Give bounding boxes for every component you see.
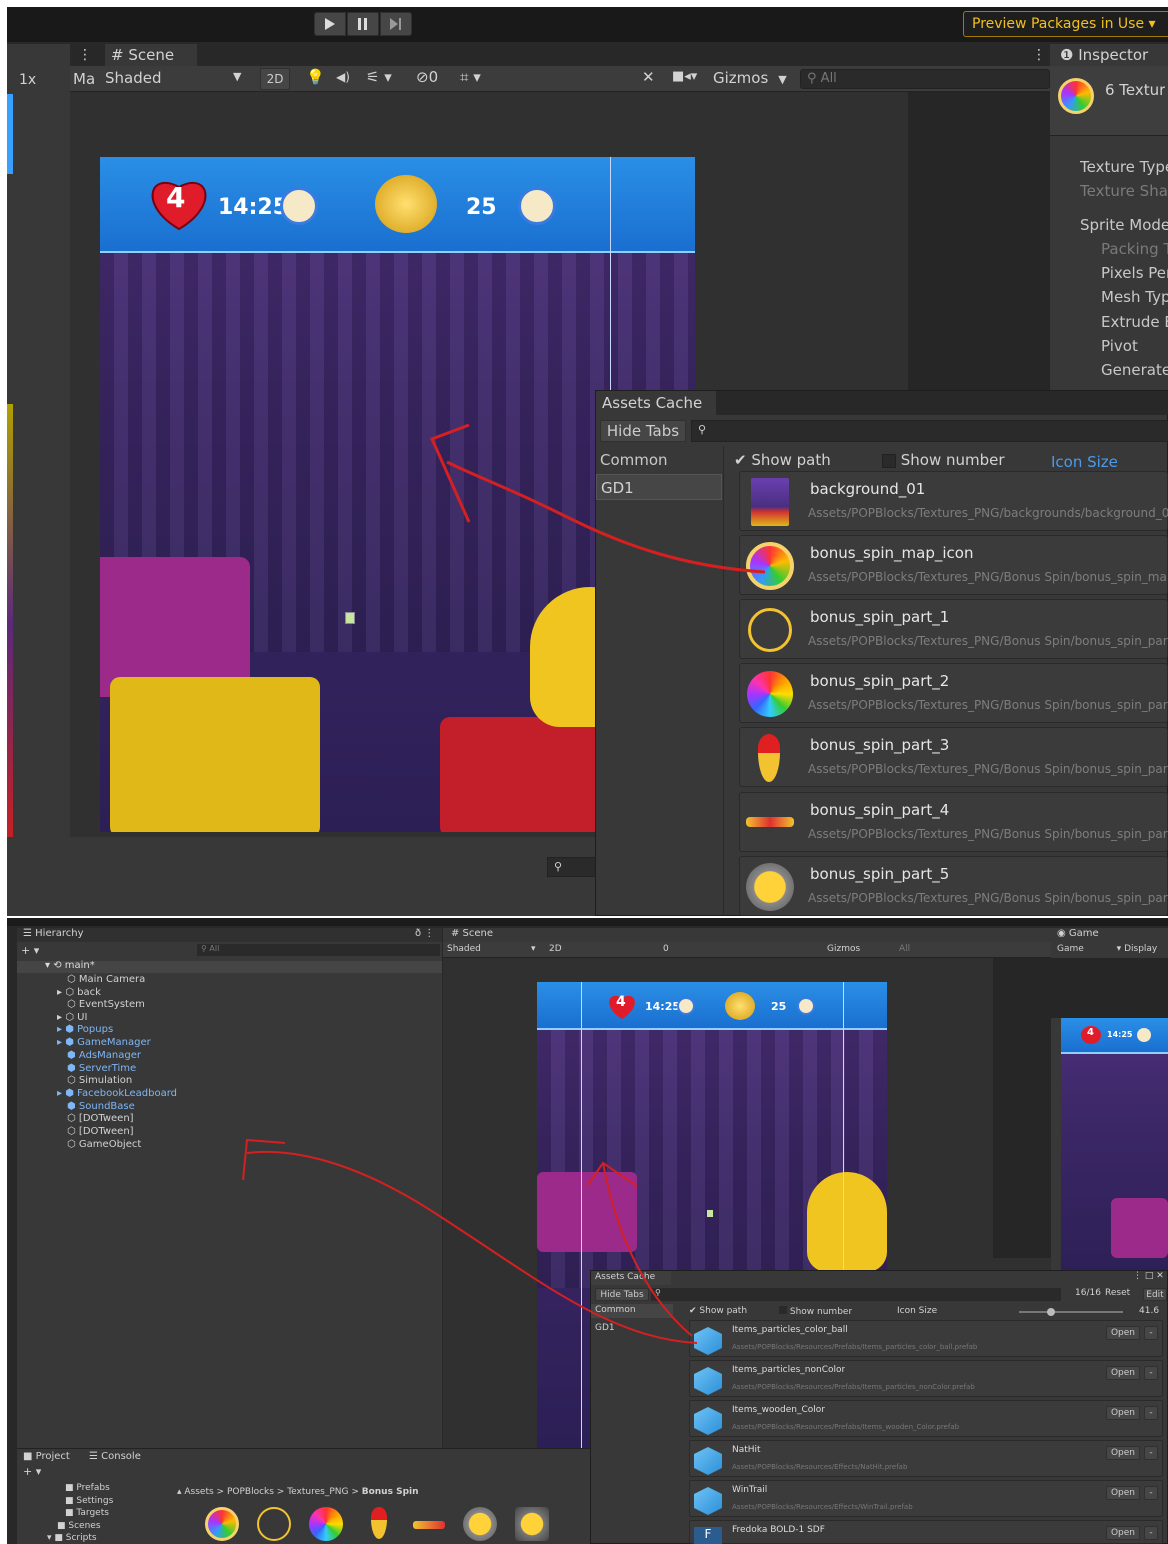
annotation-arrow: [242, 1138, 698, 1344]
bottom-screenshot: ☰ Hierarchy ð ⋮ + ▾ ⚲ All ▾ ⟲ main* ⬡ Ma…: [7, 918, 1168, 1544]
top-screenshot: Preview Packages in Use ▾ 1x # Scene ⋮ ⋮…: [7, 7, 1168, 916]
annotation-arrow: [429, 423, 766, 574]
